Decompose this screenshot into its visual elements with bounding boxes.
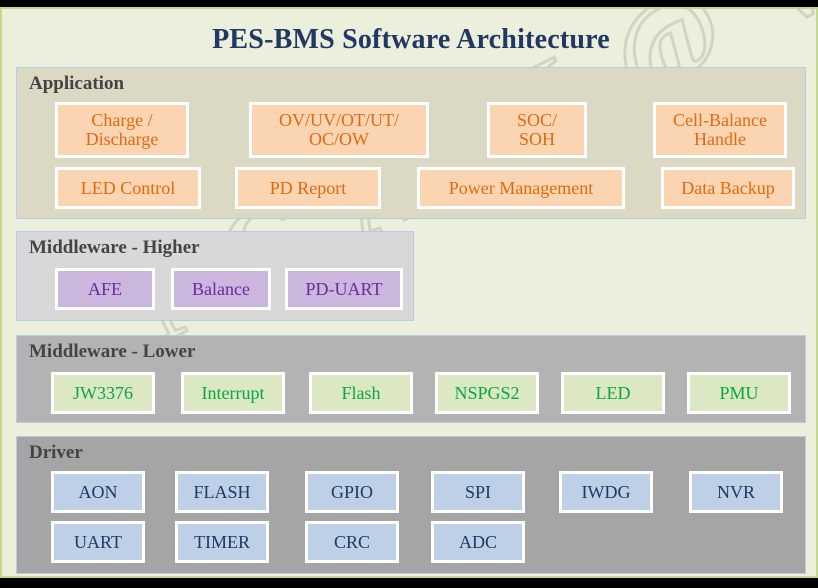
driver-box-timer[interactable]: TIMER [175,521,269,563]
driver-box-crc[interactable]: CRC [305,521,399,563]
driver-box-aon[interactable]: AON [51,471,145,513]
mwl-box-interrupt[interactable]: Interrupt [181,372,285,414]
section-application-title: Application [29,73,125,94]
app-box-data-backup[interactable]: Data Backup [661,167,795,209]
mwh-box-balance[interactable]: Balance [171,268,271,310]
app-box-ov-uv-ot-ut-oc-ow[interactable]: OV/UV/OT/UT/ OC/OW [249,102,429,158]
section-driver-title: Driver [29,442,83,463]
driver-box-gpio[interactable]: GPIO [305,471,399,513]
diagram-canvas: NC ATU @ WPI PES-BMS Software Architectu… [0,7,818,578]
mwl-box-jw3376[interactable]: JW3376 [51,372,155,414]
section-middleware-higher-row-1: AFE Balance PD-UART [17,268,413,312]
mwl-box-pmu[interactable]: PMU [687,372,791,414]
section-application-row-2: LED Control PD Report Power Management D… [17,167,805,211]
mwh-box-pd-uart[interactable]: PD-UART [285,268,403,310]
app-box-power-management[interactable]: Power Management [417,167,625,209]
driver-box-iwdg[interactable]: IWDG [559,471,653,513]
mwh-box-afe[interactable]: AFE [55,268,155,310]
section-middleware-higher: Middleware - Higher AFE Balance PD-UART [16,231,414,321]
driver-box-uart[interactable]: UART [51,521,145,563]
mwl-box-flash[interactable]: Flash [309,372,413,414]
app-box-soc-soh[interactable]: SOC/ SOH [487,102,587,158]
app-box-charge-discharge[interactable]: Charge / Discharge [55,102,189,158]
driver-box-adc[interactable]: ADC [431,521,525,563]
section-middleware-lower-title: Middleware - Lower [29,341,196,362]
section-middleware-lower-row-1: JW3376 Interrupt Flash NSPGS2 LED PMU [17,372,805,416]
section-application-row-1: Charge / Discharge OV/UV/OT/UT/ OC/OW SO… [17,102,805,158]
app-box-led-control[interactable]: LED Control [55,167,201,209]
section-driver-row-2: UART TIMER CRC ADC [17,521,805,565]
section-middleware-lower: Middleware - Lower JW3376 Interrupt Flas… [16,335,806,423]
app-box-cell-balance-handle[interactable]: Cell-Balance Handle [653,102,787,158]
driver-box-nvr[interactable]: NVR [689,471,783,513]
driver-box-flash[interactable]: FLASH [175,471,269,513]
section-middleware-higher-title: Middleware - Higher [29,237,200,258]
section-driver-row-1: AON FLASH GPIO SPI IWDG NVR [17,471,805,515]
page-title: PES-BMS Software Architecture [212,24,610,55]
section-application: Application Charge / Discharge OV/UV/OT/… [16,67,806,219]
driver-box-spi[interactable]: SPI [431,471,525,513]
mwl-box-led[interactable]: LED [561,372,665,414]
app-box-pd-report[interactable]: PD Report [235,167,381,209]
mwl-box-nspgs2[interactable]: NSPGS2 [435,372,539,414]
section-driver: Driver AON FLASH GPIO SPI IWDG NVR UART … [16,436,806,574]
